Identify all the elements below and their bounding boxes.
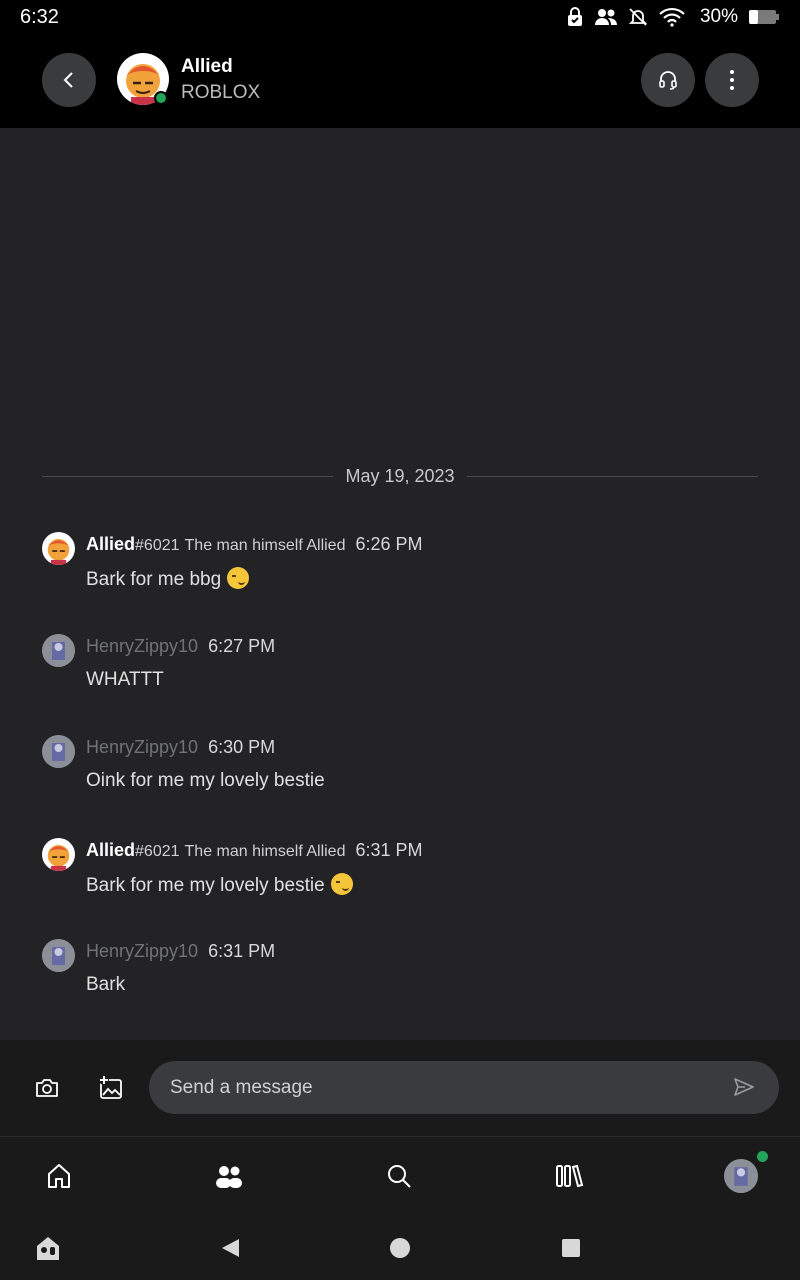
sender-name[interactable]: HenryZippy10 <box>86 737 198 758</box>
nav-library[interactable] <box>552 1159 586 1193</box>
divider-line <box>466 475 759 477</box>
message-input[interactable] <box>149 1061 779 1114</box>
message-time: 6:26 PM <box>355 534 423 554</box>
camera-icon <box>36 1079 58 1097</box>
more-vertical-icon <box>730 70 734 90</box>
home-circle-icon <box>390 1238 410 1258</box>
wifi-icon <box>658 7 686 27</box>
avatar[interactable] <box>42 735 75 768</box>
message-composer <box>0 1040 800 1136</box>
message-body: Bark for me bbg <box>86 569 222 590</box>
status-time: 6:32 <box>20 5 59 28</box>
home-icon <box>48 1164 70 1188</box>
profile-avatar[interactable] <box>724 1159 758 1193</box>
sender-title: The man himself Allied <box>184 843 346 860</box>
message-item: Allied #6021 The man himself Allied 6:26… <box>42 532 758 592</box>
online-indicator <box>757 1151 768 1162</box>
message-text: Oink for me my lovely bestie <box>86 770 325 791</box>
sender-tag: #6021 <box>135 843 180 860</box>
app-button[interactable] <box>34 1234 62 1262</box>
message-body: Bark for me my lovely bestie <box>86 875 325 896</box>
message-text: Bark <box>86 974 126 995</box>
recents-square-icon <box>562 1239 580 1257</box>
message-item: HenryZippy10 6:31 PM Bark <box>42 939 758 999</box>
message-text: Bark for me bbg <box>86 567 250 591</box>
battery-icon <box>748 9 780 25</box>
smirk-emoji-icon <box>330 873 353 895</box>
message-header: HenryZippy10 6:31 PM <box>86 941 275 962</box>
app-icon <box>37 1237 59 1260</box>
chat-header: Allied ROBLOX <box>0 34 800 128</box>
system-home-button[interactable] <box>386 1234 414 1262</box>
message-list[interactable]: May 19, 2023 Allied #6021 The man himsel… <box>0 128 800 1040</box>
camera-button[interactable] <box>33 1074 61 1102</box>
avatar[interactable] <box>42 838 75 871</box>
avatar[interactable] <box>42 532 75 565</box>
back-icon <box>63 72 73 88</box>
nav-home[interactable] <box>42 1159 76 1193</box>
back-triangle-icon <box>222 1239 239 1257</box>
send-button[interactable] <box>733 1076 757 1100</box>
message-time: 6:30 PM <box>208 737 276 757</box>
message-header: Allied #6021 The man himself Allied 6:31… <box>86 840 423 861</box>
search-icon <box>388 1165 411 1188</box>
avatar[interactable] <box>42 634 75 667</box>
bell-off-icon <box>628 7 648 27</box>
smirk-emoji-icon <box>227 567 250 589</box>
system-back-button[interactable] <box>216 1234 244 1262</box>
message-header: HenryZippy10 6:30 PM <box>86 737 275 758</box>
people-icon <box>594 7 618 27</box>
conversation-name[interactable]: Allied <box>181 56 233 78</box>
library-icon <box>556 1164 584 1188</box>
battery-percent: 30% <box>699 6 738 27</box>
message-item: HenryZippy10 6:27 PM WHATTT <box>42 634 758 694</box>
date-label: May 19, 2023 <box>345 465 455 486</box>
friends-icon <box>216 1166 242 1188</box>
message-time: 6:27 PM <box>208 636 276 656</box>
message-header: HenryZippy10 6:27 PM <box>86 636 275 657</box>
sender-name[interactable]: HenryZippy10 <box>86 636 198 657</box>
sender-name[interactable]: Allied <box>86 840 135 861</box>
voice-call-button[interactable] <box>641 53 695 107</box>
nav-search[interactable] <box>382 1159 416 1193</box>
system-nav-bar <box>0 1216 800 1280</box>
sender-tag: #6021 <box>135 537 180 554</box>
add-image-button[interactable] <box>97 1074 125 1102</box>
more-options-button[interactable] <box>705 53 759 107</box>
sender-name[interactable]: Allied <box>86 534 135 555</box>
message-text: Bark for me my lovely bestie <box>86 873 353 897</box>
message-time: 6:31 PM <box>355 840 423 860</box>
divider-line <box>42 475 334 477</box>
sender-name[interactable]: HenryZippy10 <box>86 941 198 962</box>
headset-icon <box>659 71 677 90</box>
back-button[interactable] <box>42 53 96 107</box>
message-text: WHATTT <box>86 669 164 690</box>
send-icon <box>734 1078 754 1096</box>
system-recents-button[interactable] <box>557 1234 585 1262</box>
bottom-nav <box>0 1136 800 1216</box>
message-header: Allied #6021 The man himself Allied 6:26… <box>86 534 423 555</box>
avatar[interactable] <box>42 939 75 972</box>
sender-title: The man himself Allied <box>184 537 346 554</box>
status-bar: 6:32 30% <box>0 0 800 34</box>
add-image-icon <box>99 1075 122 1099</box>
message-time: 6:31 PM <box>208 941 276 961</box>
status-icons: 30% <box>566 6 780 28</box>
lock-check-icon <box>566 7 584 27</box>
online-indicator <box>154 91 168 105</box>
message-item: Allied #6021 The man himself Allied 6:31… <box>42 838 758 898</box>
nav-friends[interactable] <box>212 1159 246 1193</box>
date-divider: May 19, 2023 <box>42 464 759 488</box>
conversation-subtitle: ROBLOX <box>181 82 261 103</box>
message-item: HenryZippy10 6:30 PM Oink for me my love… <box>42 735 758 795</box>
